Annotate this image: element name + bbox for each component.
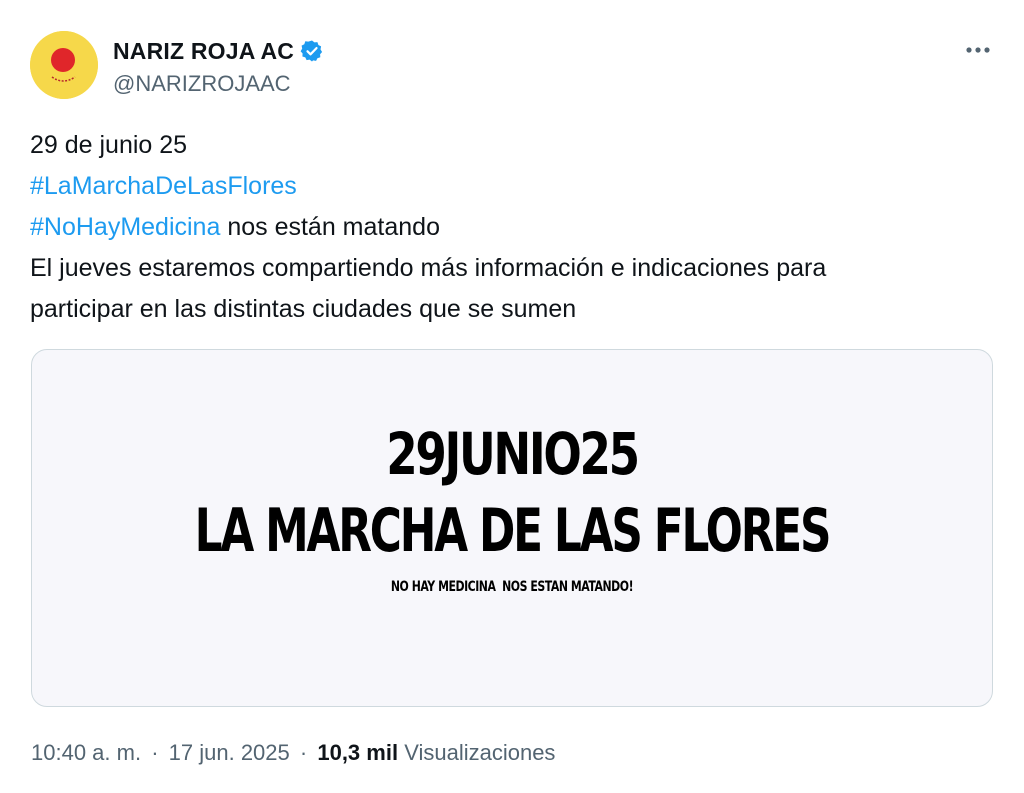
- views-label[interactable]: Visualizaciones: [404, 740, 555, 765]
- media-image[interactable]: 29JUNIO25 LA MARCHA DE LAS FLORES NO HAY…: [31, 349, 993, 707]
- hashtag-la-marcha-de-las-flores[interactable]: #LaMarchaDeLasFlores: [30, 172, 297, 200]
- more-options-button[interactable]: [958, 30, 998, 70]
- post-text: 29 de junio 25 #LaMarchaDeLasFlores #NoH…: [30, 125, 995, 330]
- avatar[interactable]: [30, 31, 98, 99]
- post-line-info: El jueves estaremos compartiendo más inf…: [30, 254, 827, 282]
- post-time[interactable]: 10:40 a. m.: [31, 740, 141, 765]
- tweet-card: NARIZ ROJA AC @NARIZROJAAC 29 de junio 2…: [0, 0, 1024, 793]
- verified-badge-icon[interactable]: [300, 39, 324, 63]
- more-options-icon: [966, 47, 990, 53]
- meta-separator: ·: [151, 740, 159, 765]
- post-line-rest: nos están matando: [220, 213, 440, 241]
- poster-title-text: LA MARCHA DE LAS FLORES: [194, 496, 832, 566]
- author-handle[interactable]: @NARIZROJAAC: [113, 71, 291, 97]
- post-date[interactable]: 17 jun. 2025: [169, 740, 290, 765]
- post-meta: 10:40 a. m. · 17 jun. 2025 · 10,3 mil Vi…: [31, 740, 555, 766]
- red-nose-smile-icon: [30, 31, 98, 99]
- meta-separator-2: ·: [299, 740, 308, 765]
- poster-date-text: 29JUNIO25: [386, 420, 640, 488]
- post-line-cities: participar en las distintas ciudades que…: [30, 295, 577, 323]
- author-name-row: NARIZ ROJA AC: [113, 35, 324, 67]
- views-count[interactable]: 10,3 mil: [317, 740, 398, 765]
- poster-subtitle-text: NO HAY MEDICINA NOS ESTAN MATANDO!: [390, 579, 634, 595]
- hashtag-no-hay-medicina[interactable]: #NoHayMedicina: [30, 213, 220, 241]
- display-name[interactable]: NARIZ ROJA AC: [113, 38, 294, 65]
- post-line-date: 29 de junio 25: [30, 131, 188, 159]
